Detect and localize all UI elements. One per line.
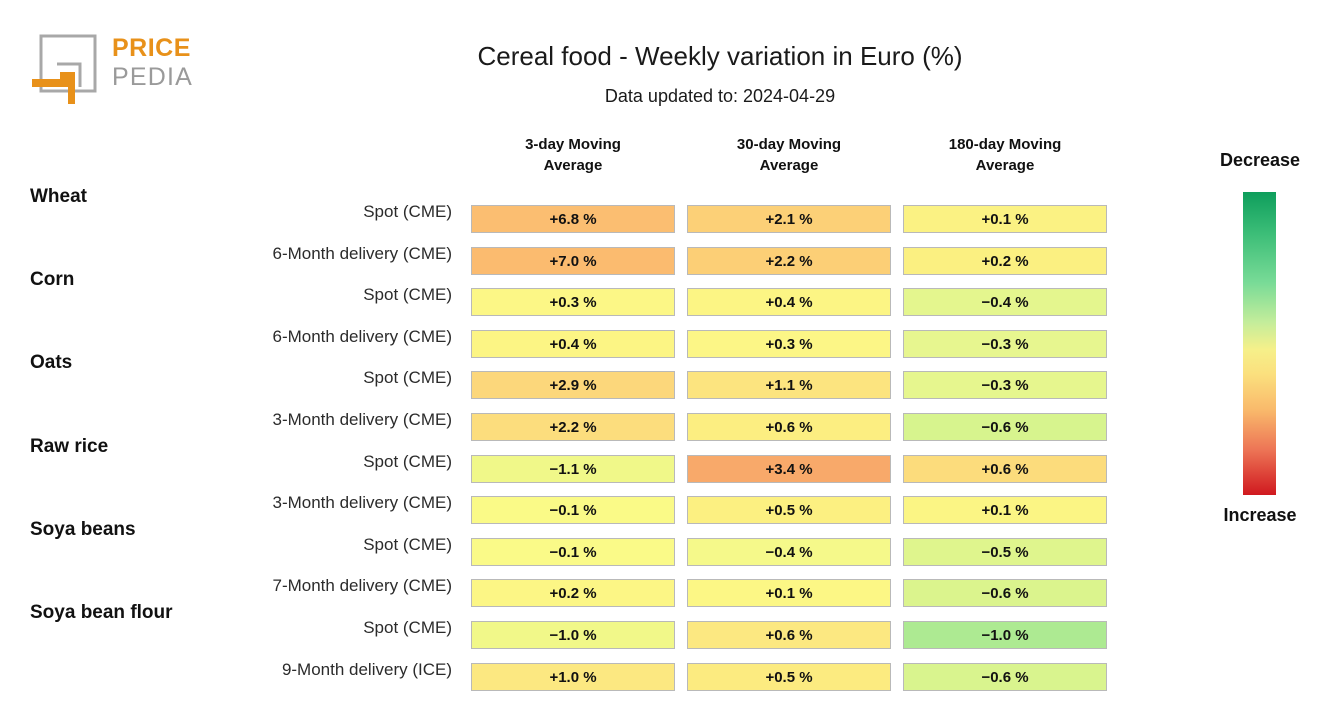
- colorbar-legend: Decrease Increase: [1200, 150, 1320, 540]
- heatmap-cell: +0.2 %: [903, 246, 1107, 275]
- heatmap-cell: +6.8 %: [471, 205, 675, 233]
- contract-label: 3-Month delivery (CME): [272, 410, 453, 429]
- column-header-line-1: 180-day Moving: [948, 136, 1062, 153]
- heatmap-cell: −1.1 %: [471, 454, 675, 483]
- heatmap-cell: +0.1 %: [903, 205, 1107, 233]
- heatmap-cell: +7.0 %: [471, 246, 675, 275]
- contract-label: 7-Month delivery (CME): [272, 576, 453, 596]
- heatmap-cell: −0.1 %: [471, 496, 675, 525]
- heatmap-cell: +0.1 %: [687, 579, 891, 608]
- heatmap-cell: −0.6 %: [903, 662, 1107, 691]
- column-header-line-2: Average: [759, 157, 819, 174]
- heatmap-cell: +0.5 %: [687, 662, 891, 691]
- heatmap-cell: +2.2 %: [471, 413, 675, 441]
- contract-label: 6-Month delivery (CME): [272, 243, 453, 263]
- heatmap-cell: −0.4 %: [687, 537, 891, 566]
- page-subtitle: Data updated to: 2024-04-29: [604, 86, 836, 106]
- heatmap-cell: +0.5 %: [687, 496, 891, 525]
- pricepedia-logo-mark: [32, 34, 97, 104]
- heatmap-cell: −1.0 %: [471, 621, 675, 649]
- heatmap-cell: −0.6 %: [903, 413, 1107, 441]
- heatmap-cell: +3.4 %: [687, 454, 891, 483]
- heatmap-cell: +0.4 %: [471, 329, 675, 358]
- heatmap-cell: +1.0 %: [471, 662, 675, 691]
- legend-increase-label: Increase: [1223, 505, 1297, 525]
- colorbar-gradient: [1243, 192, 1276, 495]
- heatmap-cell: −0.5 %: [903, 537, 1107, 566]
- column-header-line-1: 30-day Moving: [736, 136, 842, 153]
- heatmap-cell: +0.6 %: [687, 621, 891, 649]
- heatmap-cell: +0.3 %: [471, 288, 675, 317]
- contract-label: 9-Month delivery (ICE): [281, 659, 452, 679]
- heatmap-cell: −1.0 %: [903, 621, 1107, 649]
- heatmap-cell: +2.9 %: [471, 371, 675, 400]
- heatmap-cell: +0.2 %: [471, 579, 675, 608]
- column-header-line-1: 3-day Moving: [525, 136, 621, 153]
- heatmap-cell: +2.2 %: [687, 246, 891, 275]
- contract-label: Spot (CME): [363, 618, 452, 637]
- heatmap-cell: +0.4 %: [687, 288, 891, 317]
- contract-label: 3-Month delivery (CME): [272, 493, 453, 513]
- heatmap-cell: −0.6 %: [903, 579, 1107, 608]
- heatmap-cell: +1.1 %: [687, 371, 891, 400]
- column-header-line-2: Average: [543, 157, 603, 174]
- contract-label: Spot (CME): [363, 285, 452, 305]
- heatmap-cell: +0.1 %: [903, 496, 1107, 525]
- column-header-30-day: 30-day Moving Average: [687, 134, 891, 176]
- heatmap-cell: +0.6 %: [687, 413, 891, 441]
- heatmap-cell: +2.1 %: [687, 205, 891, 233]
- column-header-line-2: Average: [975, 157, 1035, 174]
- logo-price-text: PRICE: [112, 34, 191, 62]
- legend-decrease-label: Decrease: [1219, 150, 1301, 170]
- contract-label: Spot (CME): [363, 534, 452, 554]
- contract-label: Spot (CME): [363, 451, 452, 471]
- logo-pedia-text: PEDIA: [112, 63, 194, 91]
- contract-label: Spot (CME): [363, 368, 452, 388]
- contract-label: Spot (CME): [363, 202, 452, 221]
- heatmap-cell: −0.3 %: [903, 371, 1107, 400]
- heatmap-cell: −0.1 %: [471, 537, 675, 566]
- heatmap-cell: −0.4 %: [903, 288, 1107, 317]
- pricepedia-logo: PRICE PEDIA: [30, 32, 290, 108]
- pricepedia-wordmark: PRICE PEDIA: [112, 34, 193, 92]
- column-header-3-day: 3-day Moving Average: [471, 134, 675, 176]
- heatmap-cell: −0.3 %: [903, 329, 1107, 358]
- page-title: Cereal food - Weekly variation in Euro (…: [477, 41, 963, 71]
- heatmap-cell: +0.3 %: [687, 329, 891, 358]
- column-header-180-day: 180-day Moving Average: [903, 134, 1107, 176]
- heatmap-cell: +0.6 %: [903, 454, 1107, 483]
- contract-label: 6-Month delivery (CME): [272, 326, 453, 346]
